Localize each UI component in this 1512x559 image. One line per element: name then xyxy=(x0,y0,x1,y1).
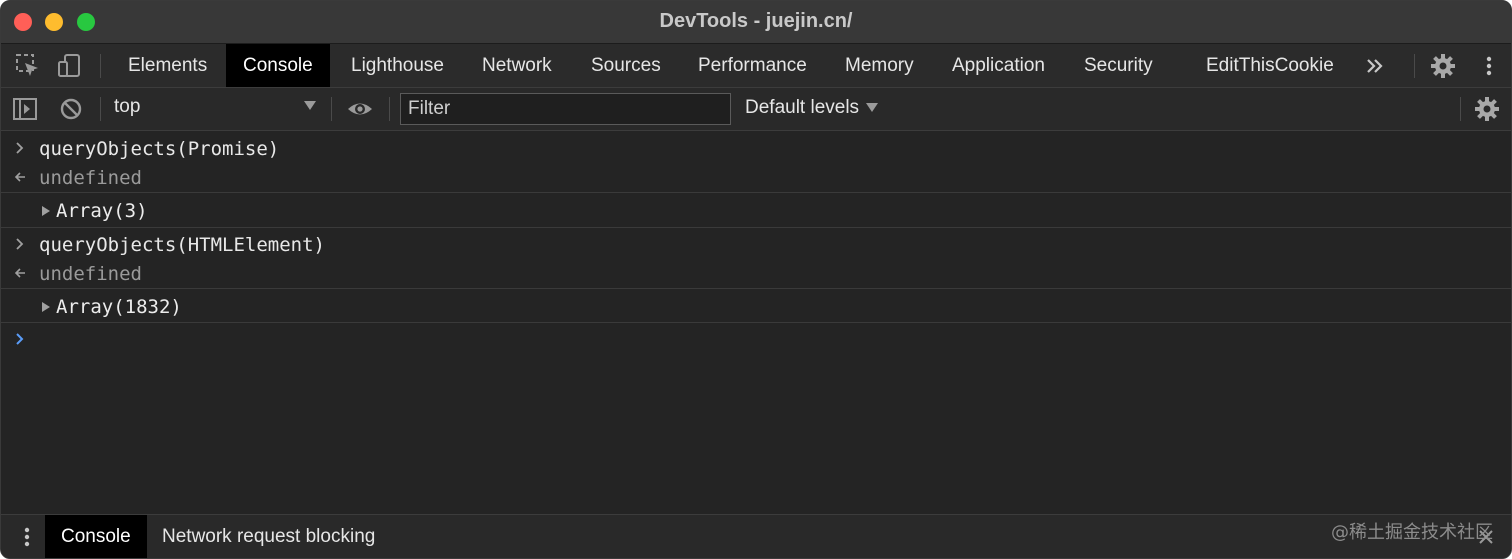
expand-triangle-icon[interactable] xyxy=(42,302,50,312)
tab-memory[interactable]: Memory xyxy=(828,44,931,87)
filter-input[interactable] xyxy=(400,93,731,125)
row-divider xyxy=(1,322,1511,323)
tab-sources[interactable]: Sources xyxy=(574,44,678,87)
console-return-row: undefined xyxy=(1,259,1511,289)
tab-security[interactable]: Security xyxy=(1067,44,1170,87)
gear-icon[interactable] xyxy=(1429,52,1457,80)
console-input-text: queryObjects(HTMLElement) xyxy=(39,234,325,256)
devtools-window: DevTools - juejin.cn/ Elements Console L… xyxy=(0,0,1512,559)
sidebar-toggle-icon[interactable] xyxy=(11,95,39,123)
inspect-element-icon[interactable] xyxy=(14,52,42,80)
input-chevron-icon xyxy=(16,238,24,250)
tabbar-separator xyxy=(1414,54,1415,78)
log-levels-dropdown[interactable]: Default levels xyxy=(745,97,859,119)
console-input-row: queryObjects(HTMLElement) xyxy=(1,230,1511,260)
console-output[interactable]: queryObjects(Promise) undefined Array(3)… xyxy=(1,131,1511,514)
console-object-text[interactable]: Array(1832) xyxy=(56,295,182,319)
drawer-tab-network-request-blocking[interactable]: Network request blocking xyxy=(146,515,391,558)
tab-lighthouse[interactable]: Lighthouse xyxy=(334,44,461,87)
console-object-text[interactable]: Array(3) xyxy=(56,199,148,223)
console-return-text: undefined xyxy=(39,167,142,189)
window-title: DevTools - juejin.cn/ xyxy=(659,10,853,32)
drawer-tab-bar: Console Network request blocking @稀土掘金技术… xyxy=(1,514,1511,558)
toolbar-separator xyxy=(331,97,332,121)
context-selector[interactable]: top xyxy=(114,96,140,118)
console-object-row[interactable]: Array(1832) xyxy=(1,292,1511,322)
return-arrow-icon xyxy=(14,172,25,182)
console-object-row[interactable]: Array(3) xyxy=(1,196,1511,226)
caret-down-icon[interactable] xyxy=(866,103,878,112)
caret-down-icon[interactable] xyxy=(304,101,316,110)
console-input-text: queryObjects(Promise) xyxy=(39,138,280,160)
tab-performance[interactable]: Performance xyxy=(681,44,824,87)
drawer-tab-console[interactable]: Console xyxy=(45,515,147,558)
clear-console-icon[interactable] xyxy=(57,95,85,123)
console-return-row: undefined xyxy=(1,163,1511,193)
console-prompt-row[interactable] xyxy=(1,325,1511,355)
row-divider xyxy=(1,288,1511,289)
input-chevron-icon xyxy=(16,142,24,154)
watermark: @稀土掘金技术社区 xyxy=(1331,522,1493,543)
device-toolbar-icon[interactable] xyxy=(56,52,84,80)
kebab-menu-icon[interactable] xyxy=(1475,52,1503,80)
toolbar-separator xyxy=(389,97,390,121)
toolbar-separator xyxy=(100,97,101,121)
console-settings-gear-icon[interactable] xyxy=(1473,95,1501,123)
console-return-text: undefined xyxy=(39,263,142,285)
tab-elements[interactable]: Elements xyxy=(111,44,224,87)
eye-icon[interactable] xyxy=(346,95,374,123)
row-divider xyxy=(1,192,1511,193)
tab-console[interactable]: Console xyxy=(226,44,330,87)
panel-tab-bar: Elements Console Lighthouse Network Sour… xyxy=(1,44,1511,88)
tab-application[interactable]: Application xyxy=(935,44,1062,87)
title-bar: DevTools - juejin.cn/ xyxy=(1,1,1511,44)
prompt-chevron-icon xyxy=(16,333,24,345)
return-arrow-icon xyxy=(14,268,25,278)
tabbar-separator xyxy=(100,54,101,78)
console-input-row: queryObjects(Promise) xyxy=(1,134,1511,164)
tab-network[interactable]: Network xyxy=(465,44,569,87)
drawer-menu-icon[interactable] xyxy=(13,523,41,551)
toolbar-separator xyxy=(1460,97,1461,121)
console-toolbar: top Default levels xyxy=(1,88,1511,131)
row-divider xyxy=(1,227,1511,228)
expand-triangle-icon[interactable] xyxy=(42,206,50,216)
chevron-double-right-icon[interactable] xyxy=(1361,52,1389,80)
tab-editthiscookie[interactable]: EditThisCookie xyxy=(1189,44,1351,87)
